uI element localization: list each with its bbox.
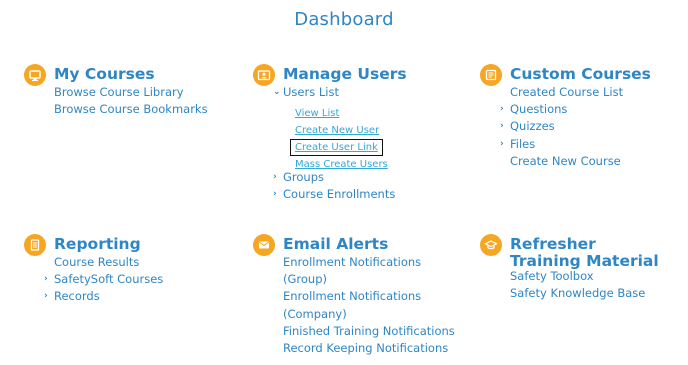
section-title-manage-users[interactable]: Manage Users xyxy=(283,64,407,83)
link-enrollment-notifications-company[interactable]: Enrollment Notifications (Company) xyxy=(283,288,423,322)
link-create-new-course[interactable]: Create New Course xyxy=(510,153,651,170)
section-manage-users: Manage Users ⌄ Users List View List Crea… xyxy=(253,64,407,204)
book-icon xyxy=(480,64,502,86)
chevron-right-icon: › xyxy=(273,189,277,200)
chevron-right-icon: › xyxy=(500,138,504,149)
menu-records[interactable]: › Records xyxy=(44,288,163,305)
link-course-results[interactable]: Course Results xyxy=(54,254,163,271)
menu-groups[interactable]: › Groups xyxy=(273,169,407,186)
section-custom-courses: Custom Courses Created Course List › Que… xyxy=(480,64,651,170)
chevron-right-icon: › xyxy=(44,274,48,285)
menu-users-list[interactable]: ⌄ Users List xyxy=(273,84,407,101)
graduation-cap-icon xyxy=(480,234,502,256)
page-title: Dashboard xyxy=(294,9,394,30)
section-header: My Courses xyxy=(24,64,208,86)
section-title-custom-courses[interactable]: Custom Courses xyxy=(510,64,651,83)
link-browse-course-bookmarks[interactable]: Browse Course Bookmarks xyxy=(54,101,208,118)
menu-course-enrollments[interactable]: › Course Enrollments xyxy=(273,186,407,203)
document-icon xyxy=(24,234,46,256)
section-header: Refresher Training Material xyxy=(480,234,660,270)
users-list-label: Users List xyxy=(283,85,339,99)
link-finished-training-notifications[interactable]: Finished Training Notifications xyxy=(283,323,455,340)
section-title-refresher-training[interactable]: Refresher Training Material xyxy=(510,234,660,270)
section-title-reporting[interactable]: Reporting xyxy=(54,234,141,253)
chevron-right-icon: › xyxy=(44,291,48,302)
section-email-alerts: Email Alerts Enrollment Notifications (G… xyxy=(253,234,455,357)
chevron-down-icon: ⌄ xyxy=(273,87,281,97)
chevron-right-icon: › xyxy=(500,104,504,115)
section-title-my-courses[interactable]: My Courses xyxy=(54,64,155,83)
questions-label: Questions xyxy=(510,102,568,117)
chevron-right-icon: › xyxy=(273,172,277,183)
quizzes-label: Quizzes xyxy=(510,119,555,134)
section-refresher-training: Refresher Training Material Safety Toolb… xyxy=(480,234,660,302)
monitor-icon xyxy=(24,64,46,86)
envelope-icon xyxy=(253,234,275,256)
menu-files[interactable]: › Files xyxy=(500,136,651,153)
course-enrollments-label: Course Enrollments xyxy=(283,187,396,202)
menu-quizzes[interactable]: › Quizzes xyxy=(500,118,651,135)
menu-questions[interactable]: › Questions xyxy=(500,101,651,118)
section-header: Custom Courses xyxy=(480,64,651,86)
link-safety-knowledge-base[interactable]: Safety Knowledge Base xyxy=(510,285,660,302)
link-enrollment-notifications-group[interactable]: Enrollment Notifications (Group) xyxy=(283,254,423,288)
dashboard-page: Dashboard My Courses Browse Course Libra… xyxy=(0,0,688,365)
safetysoft-courses-label: SafetySoft Courses xyxy=(54,272,164,287)
link-browse-course-library[interactable]: Browse Course Library xyxy=(54,84,208,101)
section-header: Reporting xyxy=(24,234,163,256)
section-my-courses: My Courses Browse Course Library Browse … xyxy=(24,64,208,118)
menu-safetysoft-courses[interactable]: › SafetySoft Courses xyxy=(44,271,164,288)
section-header: Email Alerts xyxy=(253,234,455,256)
chevron-right-icon: › xyxy=(500,121,504,132)
section-reporting: Reporting Course Results › SafetySoft Co… xyxy=(24,234,163,306)
link-created-course-list[interactable]: Created Course List xyxy=(510,84,651,101)
link-safety-toolbox[interactable]: Safety Toolbox xyxy=(510,268,660,285)
link-record-keeping-notifications[interactable]: Record Keeping Notifications xyxy=(283,340,455,357)
files-label: Files xyxy=(510,136,536,151)
section-header: Manage Users xyxy=(253,64,407,86)
id-card-icon xyxy=(253,64,275,86)
records-label: Records xyxy=(54,289,100,304)
section-title-email-alerts[interactable]: Email Alerts xyxy=(283,234,388,253)
groups-label: Groups xyxy=(283,170,325,185)
